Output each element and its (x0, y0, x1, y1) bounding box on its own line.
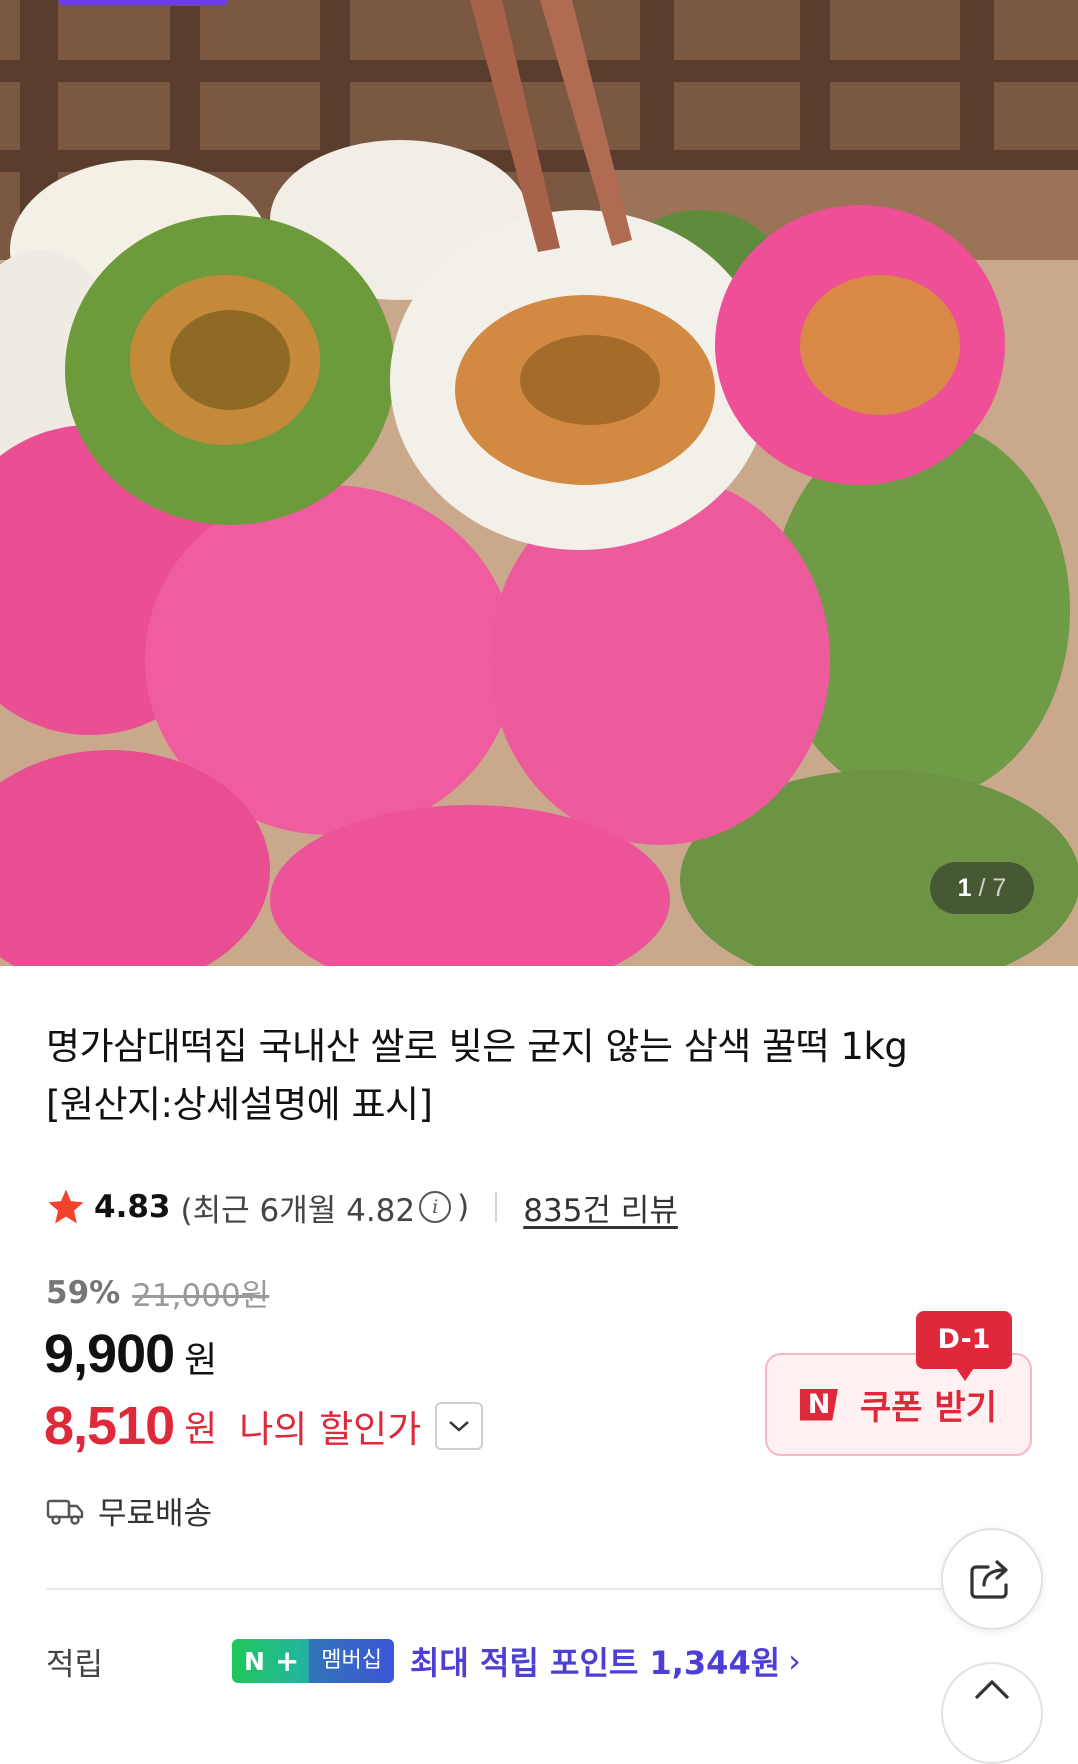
naver-plus-membership-badge: N + 멤버십 (232, 1639, 394, 1683)
product-photo (0, 0, 1078, 966)
discount-row: 59% 21,000원 (46, 1270, 269, 1315)
info-icon[interactable]: i (419, 1191, 452, 1223)
original-price: 21,000원 (132, 1278, 270, 1314)
sale-price-unit: 원 (184, 1340, 218, 1381)
coupon-button-label: 쿠폰 받기 (860, 1388, 997, 1428)
discount-rate: 59% (46, 1274, 121, 1311)
image-counter-separator: / (978, 874, 986, 902)
max-points-text[interactable]: 최대 적립 포인트 1,344원 (410, 1638, 780, 1684)
section-divider (46, 1588, 941, 1590)
image-top-indicator (58, 0, 228, 6)
review-count-link[interactable]: 835건 리뷰 (523, 1185, 678, 1230)
recent-rating-close: ) (457, 1189, 470, 1225)
my-price-row[interactable]: 8,510 원 나의 할인가 (44, 1395, 484, 1457)
star-icon (48, 1189, 84, 1224)
my-discount-price-unit: 원 (184, 1409, 218, 1450)
shipping-row: 무료배송 (46, 1488, 212, 1533)
membership-n-icon: N (244, 1646, 265, 1676)
rating-row: 4.83 (최근 6개월 4.82 i ) 835건 리뷰 (46, 1182, 1006, 1232)
my-discount-price: 8,510 (44, 1396, 175, 1456)
share-button[interactable] (941, 1528, 1043, 1630)
membership-plus-icon: + (274, 1644, 300, 1678)
points-label: 적립 (46, 1646, 104, 1683)
product-title: 명가삼대떡집 국내산 쌀로 빚은 굳지 않는 삼색 꿀떡 1kg [원산지:상세… (46, 1018, 1006, 1134)
recent-rating: (최근 6개월 4.82 (180, 1192, 416, 1229)
product-image-gallery[interactable]: 1 / 7 (0, 0, 1078, 966)
product-title-line2: [원산지:상세설명에 표시] (46, 1083, 433, 1126)
sale-price-row: 9,900 원 (44, 1323, 217, 1385)
chevron-down-icon[interactable] (435, 1402, 484, 1450)
chevron-up-icon (974, 1679, 1010, 1700)
scroll-top-button[interactable] (941, 1662, 1043, 1764)
chevron-right-icon[interactable]: › (788, 1642, 801, 1680)
rating-score: 4.83 (94, 1189, 171, 1225)
membership-badge-text: 멤버십 (309, 1639, 394, 1683)
sale-price: 9,900 (44, 1324, 175, 1384)
divider (495, 1192, 498, 1222)
truck-icon (46, 1499, 84, 1525)
coupon-deadline-badge: D-1 (916, 1311, 1012, 1381)
share-icon (970, 1560, 1008, 1599)
naver-n-icon: N (800, 1388, 839, 1421)
product-title-line1: 명가삼대떡집 국내산 쌀로 빚은 굳지 않는 삼색 꿀떡 1kg (46, 1025, 908, 1068)
my-discount-label: 나의 할인가 (239, 1408, 422, 1451)
points-row[interactable]: 적립 N + 멤버십 최대 적립 포인트 1,344원 › (46, 1638, 946, 1684)
image-counter-total: 7 (992, 874, 1007, 902)
image-counter: 1 / 7 (930, 862, 1034, 914)
image-counter-current: 1 (957, 874, 972, 902)
shipping-label: 무료배송 (98, 1496, 213, 1532)
